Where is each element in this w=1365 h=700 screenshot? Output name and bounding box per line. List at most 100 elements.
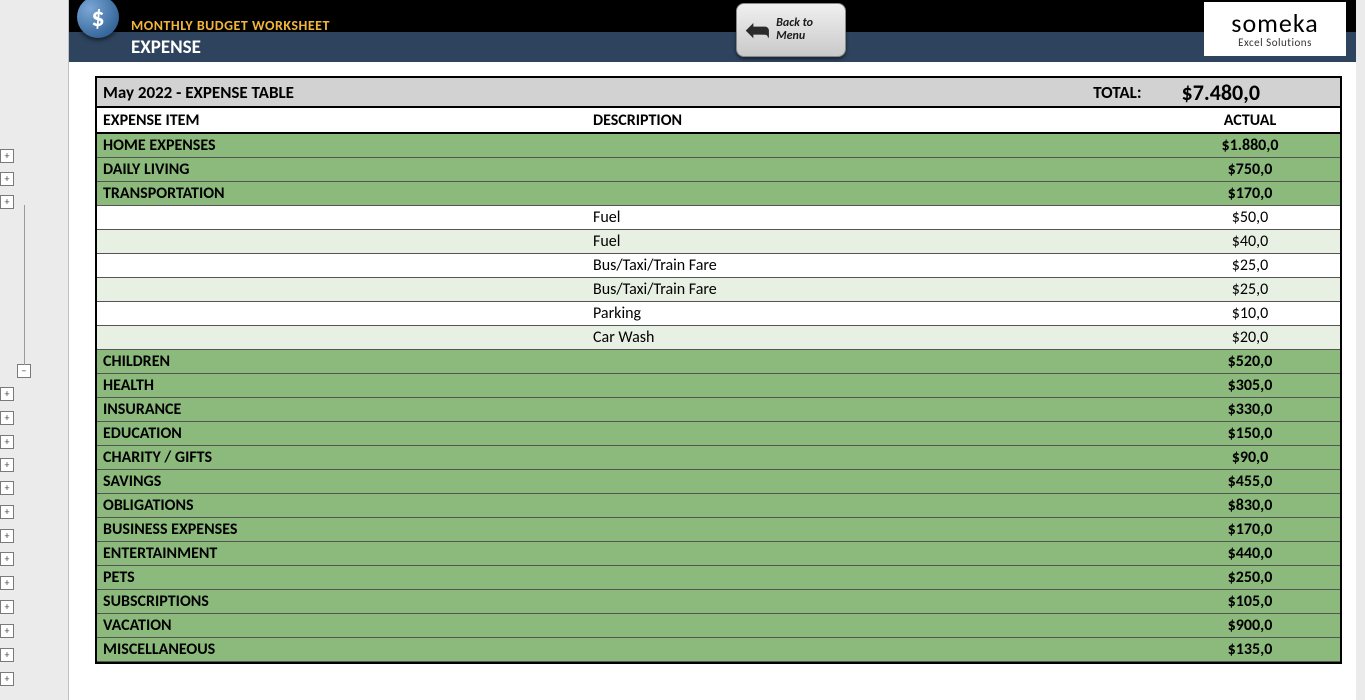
outline-collapse-button[interactable]: − — [17, 364, 31, 378]
cell-item: VACATION — [97, 616, 593, 635]
category-row[interactable]: DAILY LIVING$750,0 — [97, 158, 1340, 182]
logo-subtext: Excel Solutions — [1238, 36, 1312, 49]
detail-row[interactable]: Parking$10,0 — [97, 302, 1340, 326]
expense-table: May 2022 - EXPENSE TABLE TOTAL: $7.480,0… — [95, 76, 1342, 664]
outline-expand-button[interactable]: + — [0, 552, 14, 566]
cell-actual: $105,0 — [1160, 592, 1340, 611]
cell-actual: $330,0 — [1160, 400, 1340, 419]
detail-row[interactable]: Fuel$50,0 — [97, 206, 1340, 230]
cell-actual: $305,0 — [1160, 376, 1340, 395]
category-row[interactable]: INSURANCE $330,0 — [97, 398, 1340, 422]
cell-item: SUBSCRIPTIONS — [97, 592, 593, 611]
cell-item: PETS — [97, 568, 593, 587]
cell-description: Bus/Taxi/Train Fare — [593, 256, 1160, 275]
someka-logo: someka Excel Solutions — [1204, 2, 1346, 56]
table-title: May 2022 - EXPENSE TABLE — [97, 82, 1093, 103]
cell-item: HOME EXPENSES — [97, 136, 593, 155]
cell-actual: $830,0 — [1160, 496, 1340, 515]
cell-item: CHARITY / GIFTS — [97, 448, 593, 467]
cell-actual: $20,0 — [1160, 328, 1340, 347]
outline-expand-button[interactable]: + — [0, 458, 14, 472]
category-row[interactable]: OBLIGATIONS $830,0 — [97, 494, 1340, 518]
outline-expand-button[interactable]: + — [0, 529, 14, 543]
outline-expand-button[interactable]: + — [0, 481, 14, 495]
category-row[interactable]: TRANSPORTATION $170,0 — [97, 182, 1340, 206]
cell-item: DAILY LIVING — [97, 160, 593, 179]
detail-row[interactable]: Bus/Taxi/Train Fare$25,0 — [97, 254, 1340, 278]
cell-item: SAVINGS — [97, 472, 593, 491]
category-row[interactable]: CHILDREN $520,0 — [97, 350, 1340, 374]
back-to-menu-button[interactable]: ➦ Back to Menu — [736, 3, 846, 57]
worksheet-subtitle: EXPENSE — [131, 36, 201, 59]
cell-actual: $25,0 — [1160, 280, 1340, 299]
cell-actual: $520,0 — [1160, 352, 1340, 371]
table-header-row: EXPENSE ITEM DESCRIPTION ACTUAL — [97, 108, 1340, 134]
outline-expand-button[interactable]: + — [0, 149, 14, 163]
cell-item: EDUCATION — [97, 424, 593, 443]
detail-row[interactable]: Bus/Taxi/Train Fare$25,0 — [97, 278, 1340, 302]
outline-expand-button[interactable]: + — [0, 172, 14, 186]
category-row[interactable]: HOME EXPENSES $1.880,0 — [97, 134, 1340, 158]
cell-actual: $440,0 — [1160, 544, 1340, 563]
cell-actual: $150,0 — [1160, 424, 1340, 443]
outline-expand-button[interactable]: + — [0, 195, 14, 209]
category-row[interactable]: BUSINESS EXPENSES $170,0 — [97, 518, 1340, 542]
category-row[interactable]: PETS$250,0 — [97, 566, 1340, 590]
outline-expand-button[interactable]: + — [0, 387, 14, 401]
outline-expand-button[interactable]: + — [0, 672, 14, 686]
header-actual: ACTUAL — [1160, 111, 1340, 130]
outline-expand-button[interactable]: + — [0, 435, 14, 449]
outline-expand-button[interactable]: + — [0, 600, 14, 614]
outline-expand-button[interactable]: + — [0, 505, 14, 519]
detail-row[interactable]: Car Wash$20,0 — [97, 326, 1340, 350]
category-row[interactable]: EDUCATION $150,0 — [97, 422, 1340, 446]
worksheet: $ MONTHLY BUDGET WORKSHEET EXPENSE ➦ Bac… — [68, 0, 1356, 700]
total-label: TOTAL: — [1093, 82, 1181, 103]
cell-actual: $10,0 — [1160, 304, 1340, 323]
worksheet-title: MONTHLY BUDGET WORKSHEET — [131, 17, 330, 34]
cell-actual: $1.880,0 — [1160, 136, 1340, 155]
cell-description: Fuel — [593, 208, 1160, 227]
cell-actual: $170,0 — [1160, 184, 1340, 203]
cell-description: Fuel — [593, 232, 1160, 251]
header-item: EXPENSE ITEM — [97, 111, 593, 130]
back-arrow-icon: ➦ — [745, 12, 770, 49]
category-row[interactable]: CHARITY / GIFTS $90,0 — [97, 446, 1340, 470]
summary-row: May 2022 - EXPENSE TABLE TOTAL: $7.480,0 — [97, 78, 1340, 108]
cell-actual: $900,0 — [1160, 616, 1340, 635]
logo-text: someka — [1231, 10, 1318, 36]
category-row[interactable]: VACATION $900,0 — [97, 614, 1340, 638]
cell-item: CHILDREN — [97, 352, 593, 371]
outline-expand-button[interactable]: + — [0, 648, 14, 662]
total-value: $7.480,0 — [1182, 79, 1340, 106]
category-row[interactable]: HEALTH$305,0 — [97, 374, 1340, 398]
title-row: MONTHLY BUDGET WORKSHEET — [69, 18, 1356, 32]
cell-item: OBLIGATIONS — [97, 496, 593, 515]
category-row[interactable]: ENTERTAINMENT $440,0 — [97, 542, 1340, 566]
cell-actual: $25,0 — [1160, 256, 1340, 275]
category-row[interactable]: SUBSCRIPTIONS $105,0 — [97, 590, 1340, 614]
header-description: DESCRIPTION — [593, 111, 1160, 130]
cell-item: MISCELLANEOUS — [97, 640, 593, 659]
outline-expand-button[interactable]: + — [0, 624, 14, 638]
category-row[interactable]: MISCELLANEOUS$135,0 — [97, 638, 1340, 662]
outline-expand-button[interactable]: + — [0, 411, 14, 425]
category-row[interactable]: SAVINGS $455,0 — [97, 470, 1340, 494]
cell-actual: $50,0 — [1160, 208, 1340, 227]
cell-actual: $90,0 — [1160, 448, 1340, 467]
cell-description: Bus/Taxi/Train Fare — [593, 280, 1160, 299]
cell-item: INSURANCE — [97, 400, 593, 419]
cell-actual: $455,0 — [1160, 472, 1340, 491]
cell-description: Car Wash — [593, 328, 1160, 347]
subtitle-row: EXPENSE — [69, 32, 1356, 62]
cell-item: BUSINESS EXPENSES — [97, 520, 593, 539]
cell-item: ENTERTAINMENT — [97, 544, 593, 563]
cell-actual: $170,0 — [1160, 520, 1340, 539]
cell-description: Parking — [593, 304, 1160, 323]
outline-line — [24, 205, 25, 365]
outline-gutter: +++−+++++++++++++ — [0, 0, 34, 700]
outline-expand-button[interactable]: + — [0, 576, 14, 590]
detail-row[interactable]: Fuel$40,0 — [97, 230, 1340, 254]
cell-item: TRANSPORTATION — [97, 184, 593, 203]
header-bar — [69, 0, 1356, 18]
